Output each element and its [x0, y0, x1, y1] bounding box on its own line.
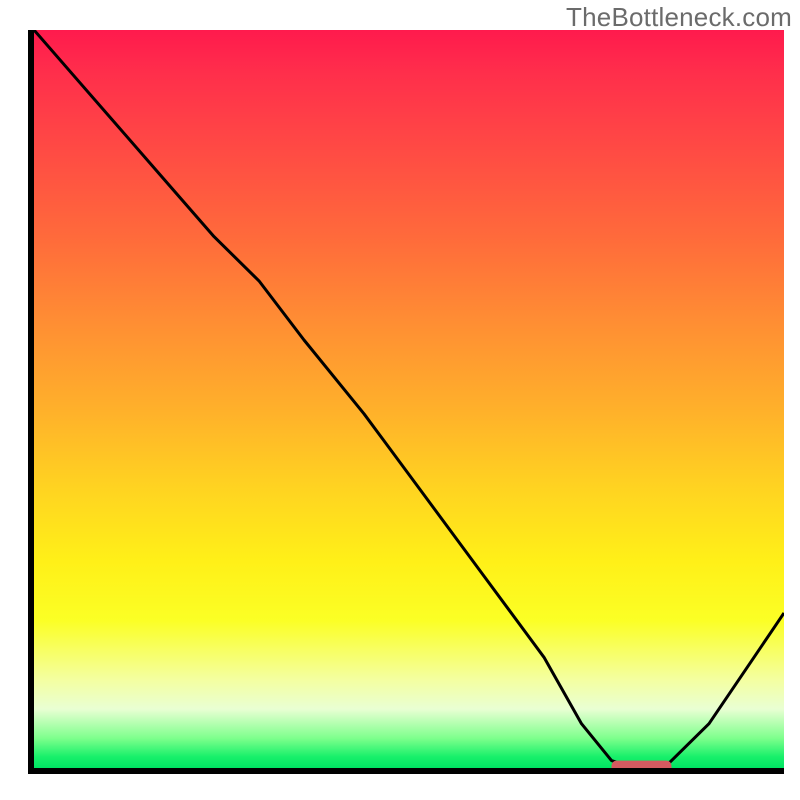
optimal-marker [612, 761, 672, 768]
curve-layer [34, 30, 784, 768]
y-axis [28, 30, 34, 774]
watermark-text: TheBottleneck.com [566, 2, 792, 33]
plot-area [34, 30, 784, 768]
x-axis [28, 768, 784, 774]
bottleneck-curve [34, 30, 784, 768]
chart-frame: TheBottleneck.com [0, 0, 800, 800]
